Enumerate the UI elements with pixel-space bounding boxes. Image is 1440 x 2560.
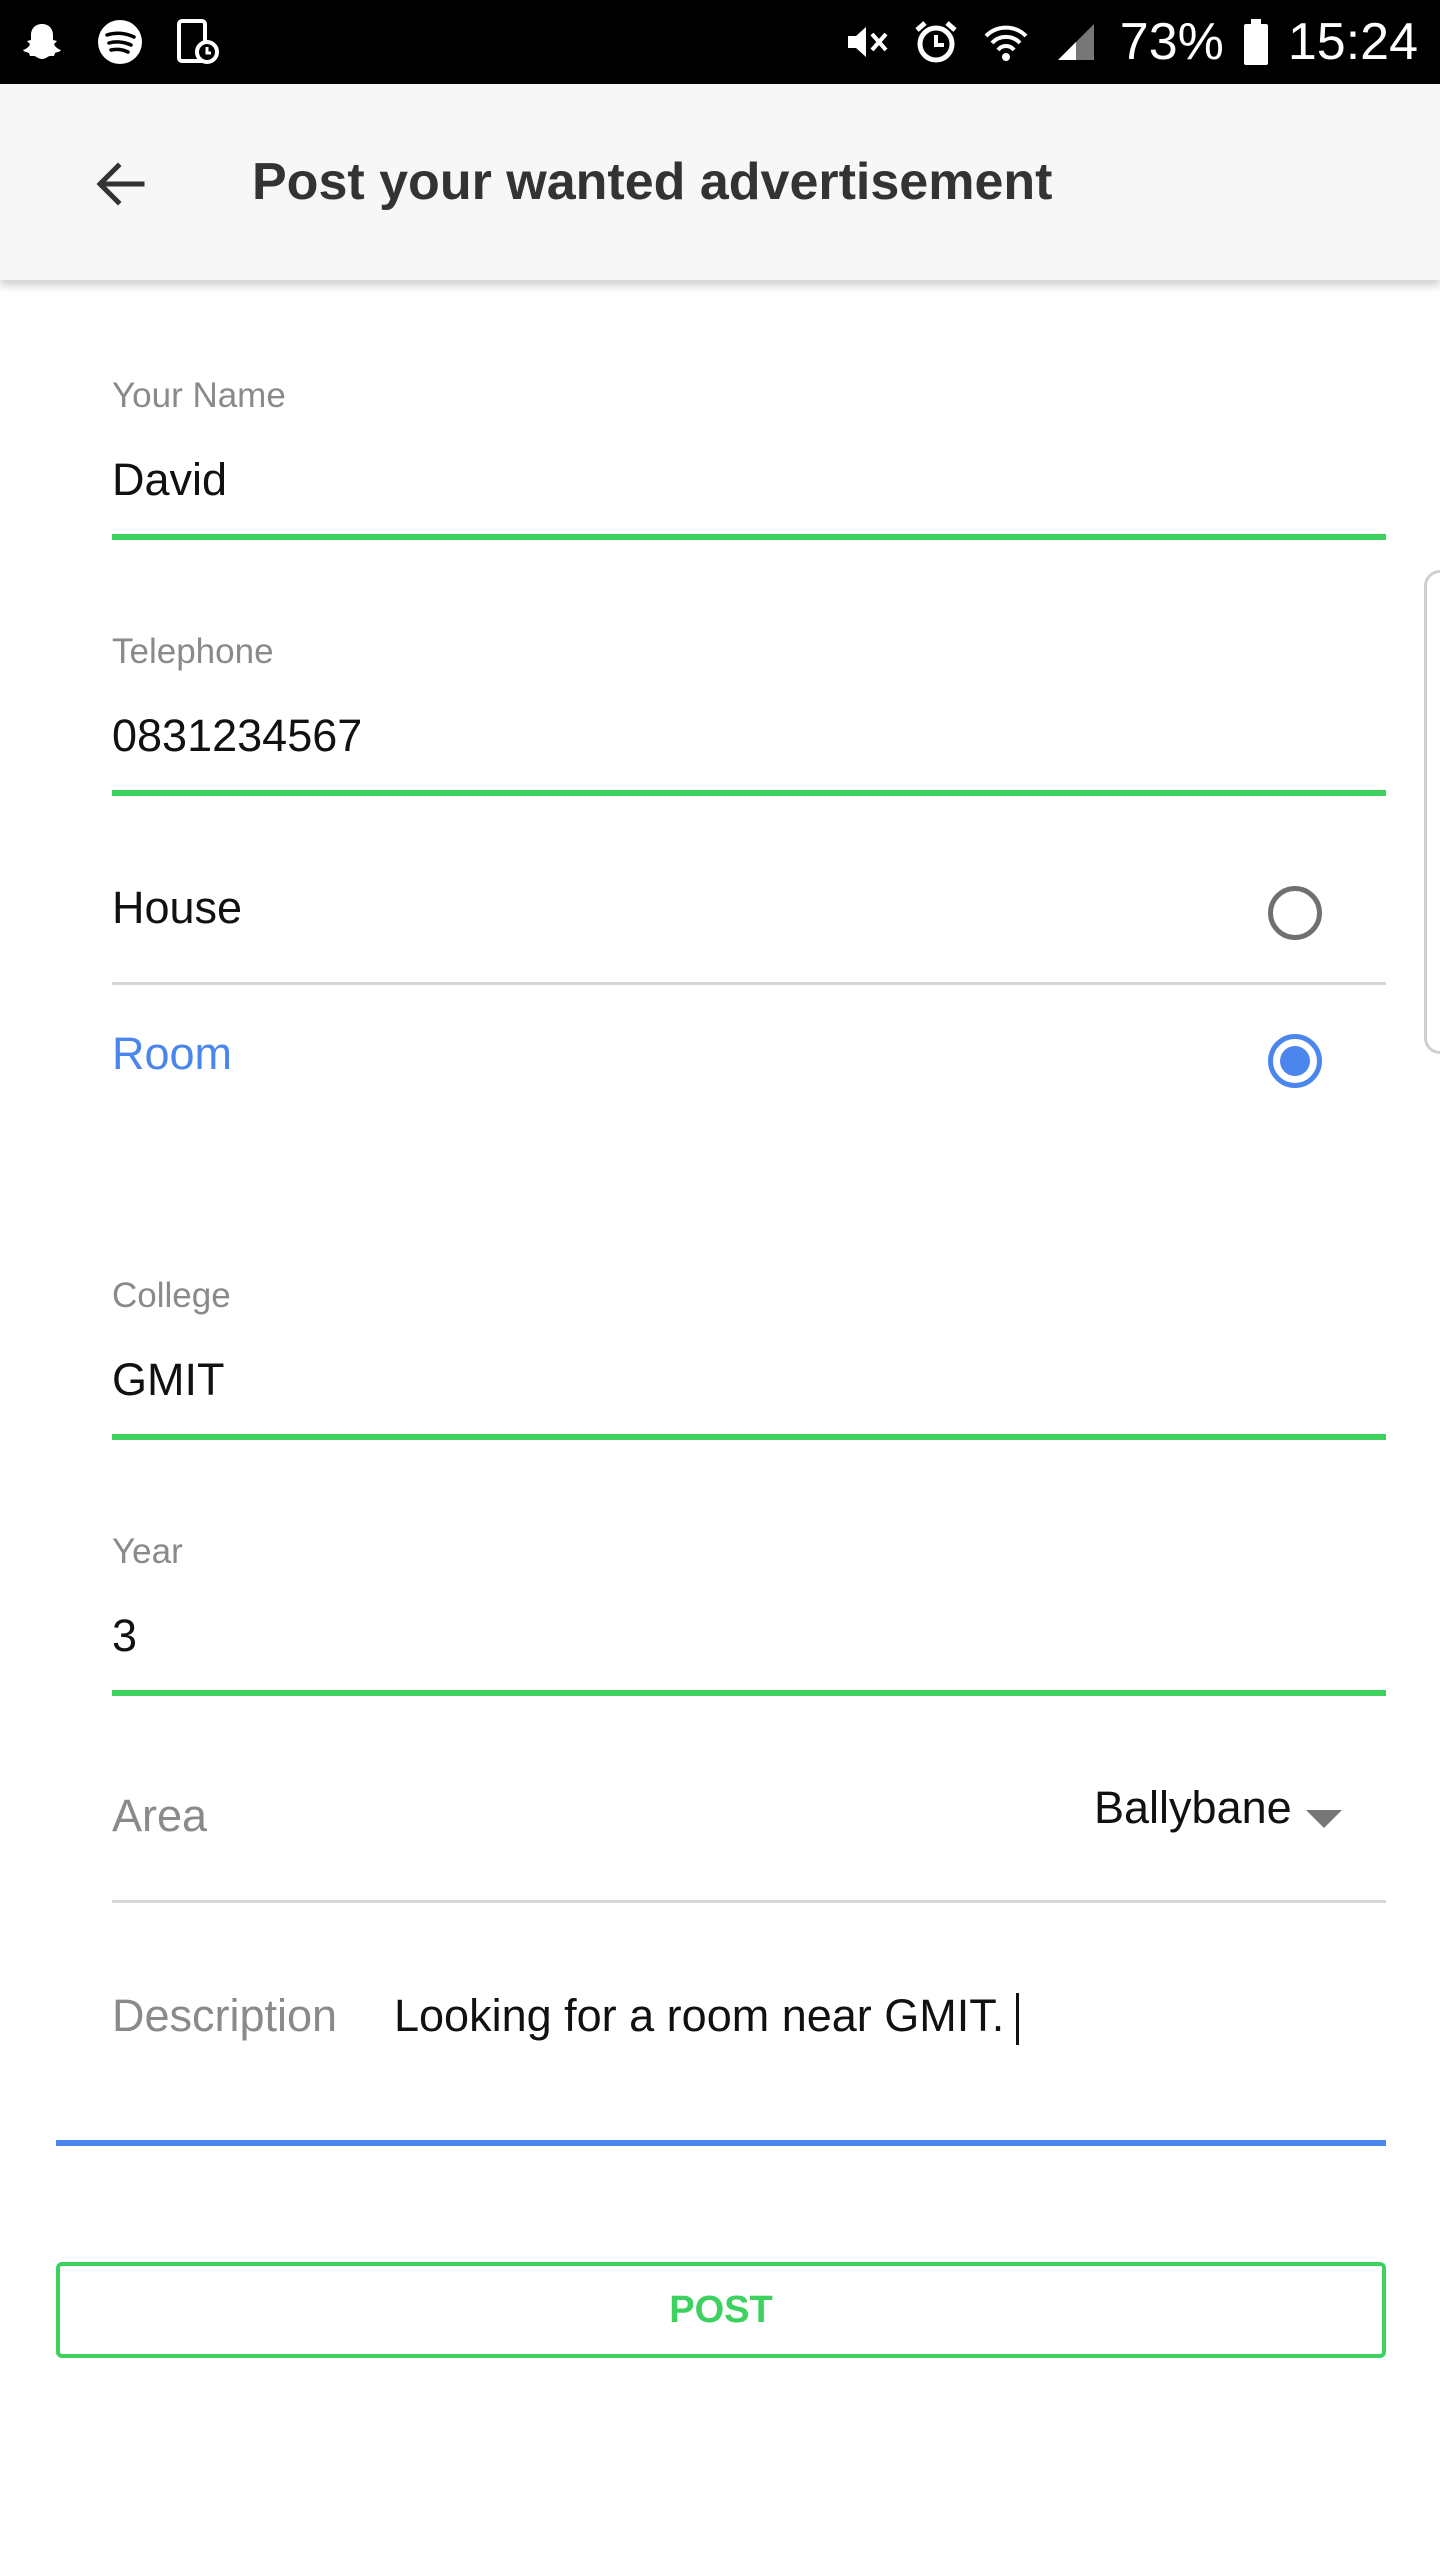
spotify-icon (94, 16, 146, 68)
name-field-underline (112, 534, 1386, 540)
radio-room-dot (1280, 1046, 1310, 1076)
radio-house-label[interactable]: House (112, 882, 242, 934)
edge-panel-handle[interactable] (1424, 570, 1440, 1054)
signal-icon (1050, 16, 1102, 68)
status-bar: 73% 15:24 (0, 0, 1440, 84)
post-button[interactable]: POST (56, 2262, 1386, 2358)
text-cursor (1016, 1993, 1020, 2046)
alarm-icon (910, 16, 962, 68)
chevron-down-icon[interactable] (1306, 1810, 1342, 1828)
college-field-label: College (112, 1276, 231, 1315)
area-dropdown[interactable]: Ballybane (1094, 1782, 1292, 1834)
mute-icon (840, 16, 892, 68)
arrow-left-icon (96, 162, 145, 206)
clock: 15:24 (1287, 13, 1418, 71)
battery-percent: 73% (1119, 13, 1224, 71)
area-divider (112, 1900, 1386, 1903)
status-bar-right: 73% 15:24 (840, 0, 1418, 84)
name-field-label: Your Name (112, 376, 286, 415)
radio-room-label[interactable]: Room (112, 1028, 232, 1080)
year-field[interactable]: 3 (112, 1610, 137, 1662)
area-label: Area (112, 1790, 208, 1841)
snapchat-icon (16, 16, 68, 68)
college-field-underline (112, 1434, 1386, 1440)
college-field[interactable]: GMIT (112, 1354, 224, 1406)
description-input[interactable]: Looking for a room near GMIT. (394, 1990, 1020, 2046)
back-button[interactable] (70, 134, 170, 234)
description-label: Description (112, 1990, 338, 2041)
year-field-label: Year (112, 1532, 183, 1571)
telephone-field-underline (112, 790, 1386, 796)
description-text: Looking for a room near GMIT. (394, 1990, 1005, 2041)
year-field-underline (112, 1690, 1386, 1696)
app-toolbar: Post your wanted advertisement (0, 84, 1440, 280)
page-title: Post your wanted advertisement (252, 153, 1053, 211)
radio-room[interactable] (1268, 1034, 1322, 1088)
battery-icon (1242, 16, 1270, 68)
status-bar-left-icons (16, 16, 224, 68)
description-underline (56, 2140, 1386, 2146)
wifi-icon (980, 16, 1032, 68)
telephone-field-label: Telephone (112, 632, 274, 671)
name-field[interactable]: David (112, 454, 227, 506)
radio-house[interactable] (1268, 886, 1322, 940)
radio-divider (112, 982, 1386, 985)
telephone-field[interactable]: 0831234567 (112, 710, 362, 762)
screenshot-icon (172, 16, 224, 68)
